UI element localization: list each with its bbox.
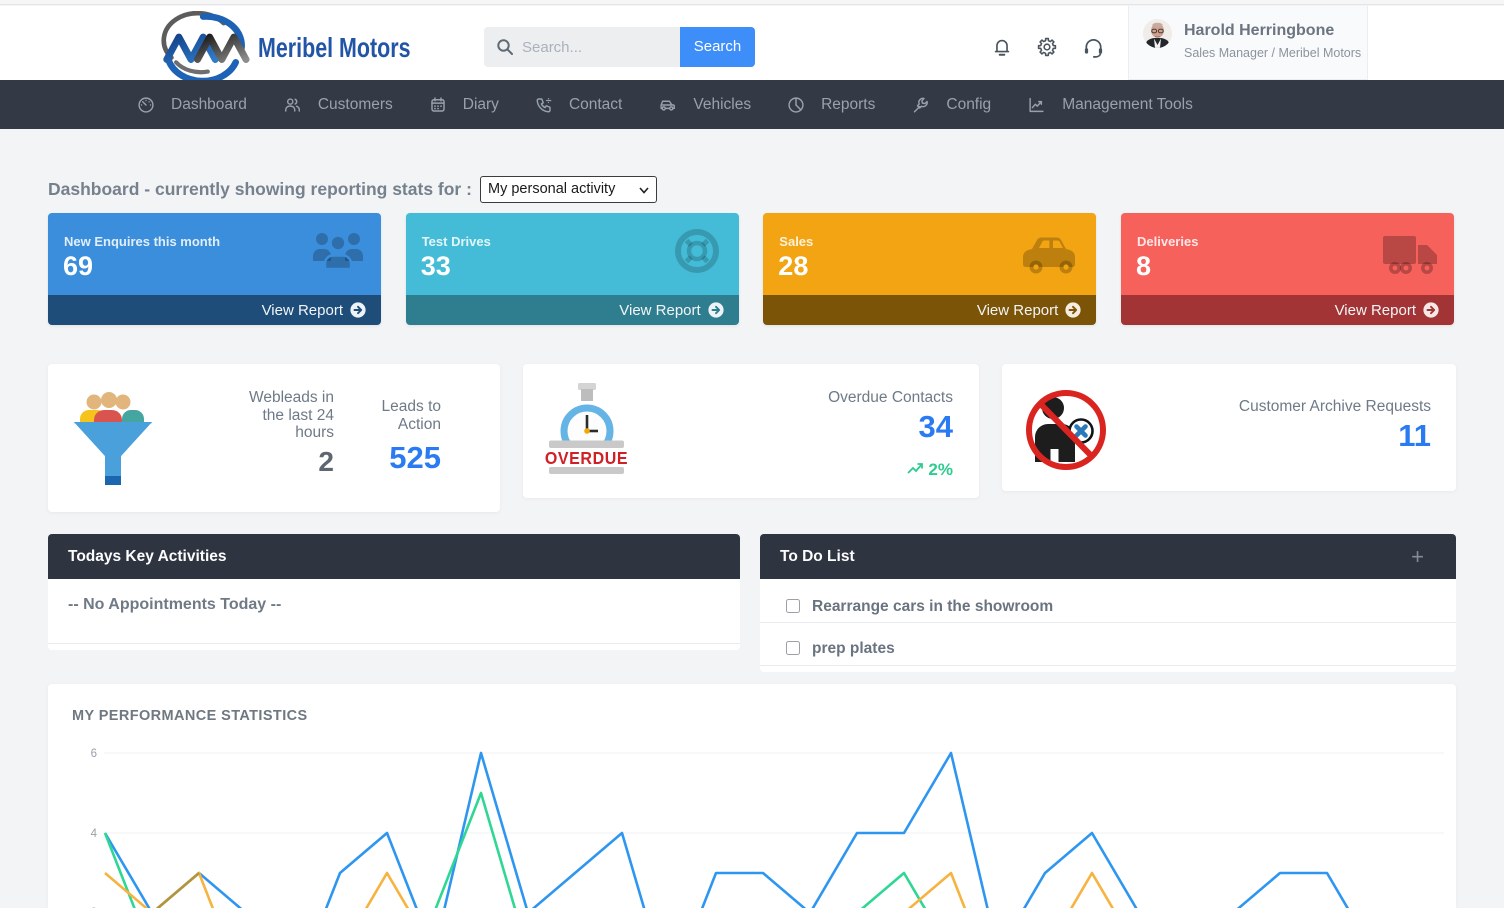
svg-text:6: 6: [91, 748, 97, 760]
svg-text:OVERDUE: OVERDUE: [545, 448, 628, 468]
svg-text:4: 4: [91, 828, 98, 840]
